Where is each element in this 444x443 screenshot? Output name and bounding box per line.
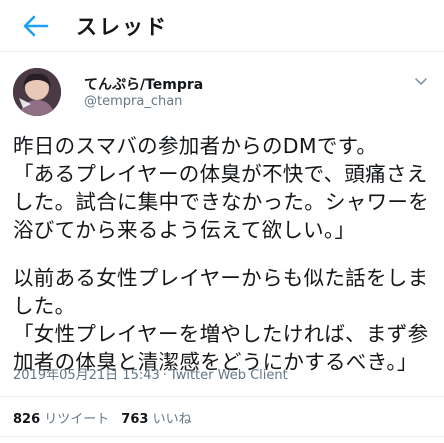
- tweet-text: 昨日のスマバの参加者からのDMです。 「あるプレイヤーの体臭が不快で、頭痛さえし…: [13, 132, 441, 376]
- author-handle[interactable]: @tempra_chan: [84, 94, 182, 109]
- arrow-left-icon: [23, 15, 49, 37]
- tweet-menu-button[interactable]: [412, 72, 430, 90]
- tweet-meta: 2019年05月21日 15:43 · Twitter Web Client: [13, 364, 288, 383]
- avatar[interactable]: [13, 68, 61, 116]
- tweet-source[interactable]: Twitter Web Client: [170, 368, 288, 383]
- meta-separator: ·: [162, 368, 167, 383]
- retweets-label: リツイート: [44, 412, 110, 427]
- likes-label: いいね: [152, 412, 192, 427]
- like-stat[interactable]: 763 いいね: [121, 412, 191, 427]
- page-title: スレッド: [76, 15, 168, 39]
- likes-count: 763: [121, 412, 149, 427]
- tweet-author: てんぷら/Tempra @tempra_chan: [0, 64, 444, 120]
- tweet-paragraph: 以前ある女性プレイヤーからも似た話をしました。 「女性プレイヤーを増やしたければ…: [13, 266, 429, 374]
- avatar-image: [13, 68, 61, 116]
- retweets-count: 826: [13, 412, 41, 427]
- tweet-timestamp[interactable]: 2019年05月21日 15:43: [13, 368, 160, 383]
- tweet-stats: 826 リツイート 763 いいね: [13, 408, 192, 427]
- tweet-paragraph: 昨日のスマバの参加者からのDMです。 「あるプレイヤーの体臭が不快で、頭痛さえし…: [13, 134, 429, 242]
- retweet-stat[interactable]: 826 リツイート: [13, 412, 109, 427]
- header-bar: スレッド: [0, 0, 444, 52]
- author-display-name[interactable]: てんぷら/Tempra: [84, 74, 203, 94]
- divider: [0, 436, 444, 437]
- back-button[interactable]: [22, 12, 50, 40]
- divider: [0, 396, 444, 397]
- chevron-down-icon: [415, 78, 427, 85]
